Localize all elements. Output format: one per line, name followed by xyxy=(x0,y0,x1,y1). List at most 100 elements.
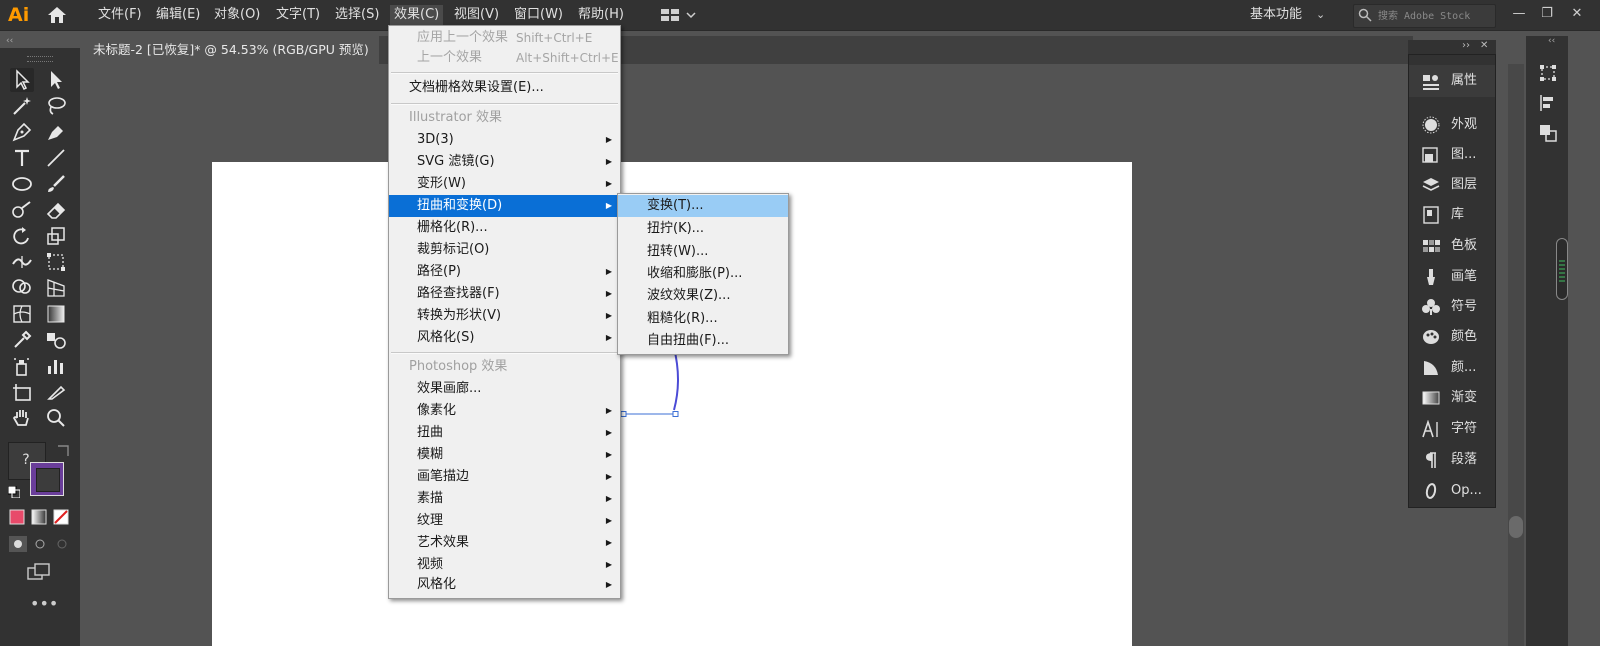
hand-tool-icon[interactable] xyxy=(10,406,34,430)
panel-properties[interactable]: 属性 xyxy=(1409,65,1495,97)
menu-item-svg-filters[interactable]: SVG 滤镜(G) ▶ xyxy=(389,151,620,173)
gradient-mode-icon[interactable] xyxy=(31,509,47,525)
drawing-modes-icon[interactable] xyxy=(9,536,73,552)
menu-item-path[interactable]: 路径(P) ▶ xyxy=(389,261,620,283)
menu-item-convert-to-shape[interactable]: 转换为形状(V) ▶ xyxy=(389,305,620,327)
transform-panel-icon[interactable] xyxy=(1538,63,1558,83)
panel-color[interactable]: 颜色 xyxy=(1409,323,1495,351)
selection-tool-icon[interactable] xyxy=(10,68,34,92)
menu-item-sketch[interactable]: 素描 ▶ xyxy=(389,488,620,510)
menu-item-pathfinder[interactable]: 路径查找器(F) ▶ xyxy=(389,283,620,305)
scrollbar-thumb[interactable] xyxy=(1509,516,1523,538)
collapse-panels-icon[interactable]: ‹‹ xyxy=(6,36,13,46)
free-transform-tool-icon[interactable] xyxy=(44,250,68,274)
arrange-documents-icon[interactable] xyxy=(660,8,700,22)
search-input[interactable] xyxy=(1376,7,1494,25)
screen-mode-icon[interactable] xyxy=(26,562,52,582)
zoom-tool-icon[interactable] xyxy=(44,406,68,430)
submenu-item-free-distort-tweak[interactable]: 扭拧(K)... xyxy=(618,218,788,240)
pathfinder-panel-icon[interactable] xyxy=(1538,123,1558,143)
type-tool-icon[interactable] xyxy=(10,146,34,170)
menu-item-stylize-photoshop[interactable]: 风格化 ▶ xyxy=(389,574,620,596)
workspace-switcher[interactable]: 基本功能 xyxy=(1250,5,1302,25)
column-graph-tool-icon[interactable] xyxy=(44,354,68,378)
line-tool-icon[interactable] xyxy=(44,146,68,170)
menu-object[interactable]: 对象(O) xyxy=(210,5,264,25)
panel-opentype[interactable]: Op... xyxy=(1409,477,1495,505)
menu-item-crop-marks[interactable]: 裁剪标记(O) xyxy=(389,239,620,261)
panel-character[interactable]: 字符 xyxy=(1409,415,1495,443)
close-dock-icon[interactable]: ✕ xyxy=(1480,40,1488,51)
panel-appearance[interactable]: 外观 xyxy=(1409,111,1495,139)
collapse-dock-icon[interactable]: ›› xyxy=(1462,40,1470,51)
minimize-icon[interactable]: — xyxy=(1508,4,1530,24)
shaper-tool-icon[interactable] xyxy=(10,198,34,222)
menu-edit[interactable]: 编辑(E) xyxy=(152,5,204,25)
menu-item-stylize-illustrator[interactable]: 风格化(S) ▶ xyxy=(389,327,620,349)
menu-help[interactable]: 帮助(H) xyxy=(574,5,628,25)
menu-item-distort[interactable]: 扭曲 ▶ xyxy=(389,422,620,444)
chevron-down-icon[interactable]: ⌄ xyxy=(1316,5,1325,25)
panel-layers[interactable]: 图层 xyxy=(1409,171,1495,199)
menu-select[interactable]: 选择(S) xyxy=(331,5,383,25)
menu-item-video[interactable]: 视频 ▶ xyxy=(389,554,620,576)
close-icon[interactable]: ✕ xyxy=(1566,4,1588,24)
direct-selection-tool-icon[interactable] xyxy=(44,68,68,92)
menu-item-artistic[interactable]: 艺术效果 ▶ xyxy=(389,532,620,554)
submenu-item-roughen[interactable]: 粗糙化(R)... xyxy=(618,308,788,330)
menu-item-apply-last-effect[interactable]: 应用上一个效果 Shift+Ctrl+E xyxy=(389,27,620,49)
menu-file[interactable]: 文件(F) xyxy=(94,5,146,25)
menu-item-rasterize[interactable]: 栅格化(R)... xyxy=(389,217,620,239)
color-mode-icon[interactable] xyxy=(9,509,25,525)
menu-item-warp[interactable]: 变形(W) ▶ xyxy=(389,173,620,195)
submenu-item-twist[interactable]: 扭转(W)... xyxy=(618,241,788,263)
lasso-tool-icon[interactable] xyxy=(44,94,68,118)
menu-item-brush-strokes[interactable]: 画笔描边 ▶ xyxy=(389,466,620,488)
mesh-tool-icon[interactable] xyxy=(10,302,34,326)
vertical-scrollbar[interactable] xyxy=(1508,64,1524,646)
submenu-item-free-distort[interactable]: 自由扭曲(F)... xyxy=(618,330,788,352)
shape-builder-tool-icon[interactable] xyxy=(10,276,34,300)
none-mode-icon[interactable] xyxy=(53,509,69,525)
panel-swatches[interactable]: 色板 xyxy=(1409,232,1495,260)
menu-window[interactable]: 窗口(W) xyxy=(510,5,567,25)
menu-item-distort-transform[interactable]: 扭曲和变换(D) ▶ xyxy=(389,195,620,217)
curvature-tool-icon[interactable] xyxy=(44,120,68,144)
paintbrush-tool-icon[interactable] xyxy=(44,172,68,196)
panel-graphic-styles[interactable]: 图... xyxy=(1409,141,1495,169)
restore-icon[interactable]: ❐ xyxy=(1536,4,1558,24)
menu-item-document-raster-settings[interactable]: 文档栅格效果设置(E)... xyxy=(389,77,620,99)
submenu-item-zig-zag[interactable]: 波纹效果(Z)... xyxy=(618,285,788,307)
menu-item-effect-gallery[interactable]: 效果画廊... xyxy=(389,378,620,400)
panel-paragraph[interactable]: 段落 xyxy=(1409,446,1495,474)
menu-item-texture[interactable]: 纹理 ▶ xyxy=(389,510,620,532)
menu-view[interactable]: 视图(V) xyxy=(450,5,503,25)
eyedropper-tool-icon[interactable] xyxy=(10,328,34,352)
panel-scroll-indicator[interactable] xyxy=(1556,238,1568,300)
menu-item-3d[interactable]: 3D(3) ▶ xyxy=(389,129,620,151)
menu-type[interactable]: 文字(T) xyxy=(272,5,324,25)
swap-fill-stroke-icon[interactable] xyxy=(52,440,76,464)
menu-item-last-effect[interactable]: 上一个效果 Alt+Shift+Ctrl+E xyxy=(389,47,620,69)
more-tools-icon[interactable]: ••• xyxy=(30,596,58,612)
home-icon[interactable] xyxy=(46,6,68,24)
width-tool-icon[interactable] xyxy=(10,250,34,274)
rotate-tool-icon[interactable] xyxy=(10,224,34,248)
eraser-tool-icon[interactable] xyxy=(44,198,68,222)
menu-effect[interactable]: 效果(C) xyxy=(390,5,444,25)
slice-tool-icon[interactable] xyxy=(44,380,68,404)
submenu-item-pucker-bloat[interactable]: 收缩和膨胀(P)... xyxy=(618,263,788,285)
panel-libraries[interactable]: 库 xyxy=(1409,201,1495,229)
blend-tool-icon[interactable] xyxy=(44,328,68,352)
panel-brushes[interactable]: 画笔 xyxy=(1409,263,1495,291)
symbol-sprayer-tool-icon[interactable] xyxy=(10,354,34,378)
perspective-grid-tool-icon[interactable] xyxy=(44,276,68,300)
artboard-tool-icon[interactable] xyxy=(10,380,34,404)
panel-gradient[interactable]: 渐变 xyxy=(1409,384,1495,412)
align-panel-icon[interactable] xyxy=(1538,93,1558,113)
magic-wand-tool-icon[interactable] xyxy=(10,94,34,118)
menu-item-pixelate[interactable]: 像素化 ▶ xyxy=(389,400,620,422)
default-fill-stroke-icon[interactable] xyxy=(7,485,21,499)
submenu-item-transform[interactable]: 变换(T)... xyxy=(618,195,788,217)
ellipse-tool-icon[interactable] xyxy=(10,172,34,196)
